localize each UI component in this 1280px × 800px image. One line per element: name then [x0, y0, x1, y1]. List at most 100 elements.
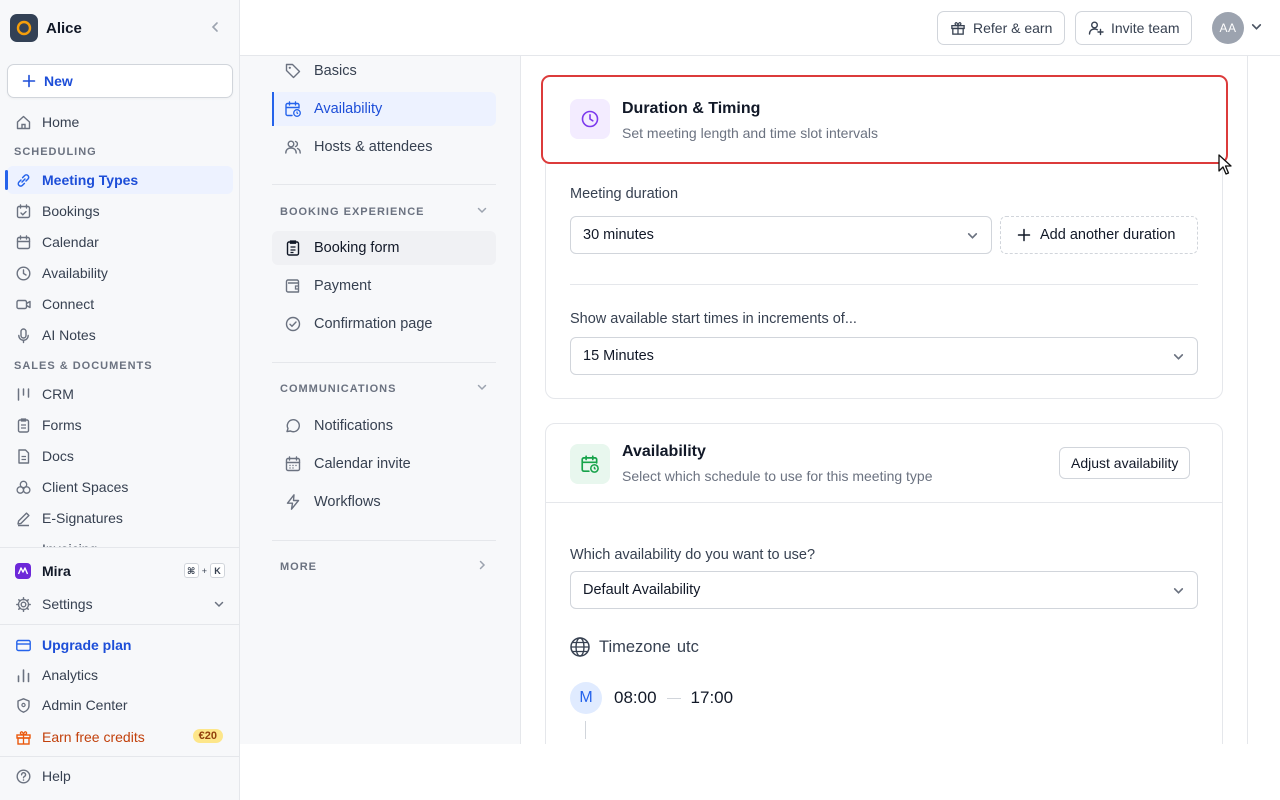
subnav-item-confirmation[interactable]: Confirmation page [272, 307, 496, 341]
sidebar-item-label: Calendar [42, 234, 99, 250]
microphone-icon [14, 326, 32, 344]
sidebar-item-bookings[interactable]: Bookings [7, 197, 233, 225]
refer-earn-button[interactable]: Refer & earn [937, 11, 1066, 45]
sidebar-item-label: Home [42, 114, 80, 130]
sidebar-item-label: Docs [42, 448, 74, 464]
subnav-item-calendar-invite[interactable]: Calendar invite [272, 447, 496, 481]
content-edge [1247, 56, 1248, 744]
workspace-logo-icon [10, 14, 38, 42]
sidebar-item-availability[interactable]: Availability [7, 259, 233, 287]
which-availability-label: Which availability do you want to use? [570, 547, 816, 563]
subnav-item-label: Workflows [314, 494, 381, 510]
subnav-item-label: Hosts & attendees [314, 139, 433, 155]
subnav-item-availability[interactable]: Availability [272, 92, 496, 126]
sidebar-item-meeting-types[interactable]: Meeting Types [5, 166, 233, 194]
subnav-item-hosts[interactable]: Hosts & attendees [272, 130, 496, 164]
sidebar-item-invoicing[interactable]: Invoicing [7, 535, 233, 547]
increments-select[interactable]: 15 Minutes [570, 337, 1198, 375]
meeting-duration-select[interactable]: 30 minutes [570, 216, 992, 254]
adjust-availability-button[interactable]: Adjust availability [1059, 447, 1191, 479]
sidebar-item-home[interactable]: Home [7, 108, 233, 136]
subnav-divider [272, 362, 496, 363]
subnav-divider [272, 540, 496, 541]
schedule-day-row: M 08:00 17:00 [570, 682, 733, 714]
sidebar-item-docs[interactable]: Docs [7, 442, 233, 470]
chevron-right-icon [476, 559, 488, 571]
collapse-sidebar-icon[interactable] [208, 20, 222, 34]
subnav-item-label: Calendar invite [314, 456, 411, 472]
sidebar-item-upgrade-plan[interactable]: Upgrade plan [7, 631, 233, 659]
circles-icon [14, 478, 32, 496]
sidebar-item-label: Mira [42, 563, 71, 579]
card-divider [570, 284, 1198, 285]
calendar-check-icon [14, 202, 32, 220]
bottom-area [240, 744, 1280, 800]
booking-experience-section[interactable]: BOOKING EXPERIENCE [280, 206, 488, 218]
section-title: MORE [280, 561, 317, 573]
chevron-down-icon [1172, 350, 1185, 363]
sidebar-item-mira[interactable]: Mira ⌘ + K [7, 557, 233, 585]
chevron-down-icon[interactable] [1250, 20, 1263, 33]
shortcut-key: K [210, 563, 225, 578]
avatar[interactable]: AA [1212, 12, 1244, 44]
subnav-item-payment[interactable]: Payment [272, 269, 496, 303]
sidebar-item-crm[interactable]: CRM [7, 380, 233, 408]
end-time: 17:00 [690, 688, 734, 707]
increments-label: Show available start times in increments… [570, 311, 857, 327]
availability-schedule-select[interactable]: Default Availability [570, 571, 1198, 609]
new-button[interactable]: New [7, 64, 233, 98]
subnav-item-booking-form[interactable]: Booking form [272, 231, 496, 265]
sales-section-title: SALES & DOCUMENTS [14, 360, 153, 372]
sidebar-item-connect[interactable]: Connect [7, 290, 233, 318]
sidebar-item-client-spaces[interactable]: Client Spaces [7, 473, 233, 501]
section-title: COMMUNICATIONS [280, 383, 397, 395]
subnav-item-workflows[interactable]: Workflows [272, 485, 496, 519]
sidebar-item-label: E-Signatures [42, 510, 123, 526]
sidebar-item-label: Upgrade plan [42, 637, 132, 653]
sidebar-divider [0, 547, 239, 548]
chevron-down-icon [966, 229, 979, 242]
sidebar-item-e-signatures[interactable]: E-Signatures [7, 504, 233, 532]
schedule-connector [585, 721, 586, 739]
sidebar-item-analytics[interactable]: Analytics [7, 661, 233, 689]
meeting-type-subnav: Basics Availability Hosts & attendees BO… [240, 56, 521, 744]
subnav-item-notifications[interactable]: Notifications [272, 409, 496, 443]
chevron-down-icon [476, 204, 488, 216]
more-section[interactable]: MORE [280, 559, 488, 573]
increments-value: 15 Minutes [583, 348, 654, 364]
availability-calendar-icon [570, 444, 610, 484]
duration-timing-header[interactable]: Duration & Timing Set meeting length and… [541, 75, 1228, 164]
add-duration-button[interactable]: Add another duration [1000, 216, 1198, 254]
sidebar-item-earn-free-credits[interactable]: Earn free credits €20 [7, 723, 233, 751]
sidebar-item-label: Analytics [42, 667, 99, 683]
sidebar-item-calendar[interactable]: Calendar [7, 228, 233, 256]
subnav-item-label: Payment [314, 278, 372, 294]
workspace-name: Alice [46, 19, 82, 37]
sidebar-item-ai-notes[interactable]: AI Notes [7, 321, 233, 349]
mira-shortcut: ⌘ + K [183, 563, 225, 578]
tag-icon [284, 62, 302, 80]
sidebar-item-admin-center[interactable]: Admin Center [7, 691, 233, 719]
workspace-switcher[interactable]: Alice [10, 14, 230, 42]
communications-section[interactable]: COMMUNICATIONS [280, 383, 488, 395]
sidebar-item-settings[interactable]: Settings [7, 590, 233, 618]
plus-icon [1017, 228, 1031, 242]
sidebar-item-label: Client Spaces [42, 479, 129, 495]
meeting-duration-value: 30 minutes [583, 227, 654, 243]
wallet-icon [284, 277, 302, 295]
sidebar-item-forms[interactable]: Forms [7, 411, 233, 439]
sidebar-item-label: Earn free credits [42, 729, 145, 745]
calendar-icon [14, 233, 32, 251]
link-icon [14, 171, 32, 189]
sidebar-item-help[interactable]: Help [7, 762, 233, 790]
video-icon [14, 295, 32, 313]
invite-team-button[interactable]: Invite team [1075, 11, 1193, 45]
add-duration-label: Add another duration [1040, 227, 1176, 243]
subnav-item-basics[interactable]: Basics [272, 54, 496, 88]
sidebar-item-label: AI Notes [42, 327, 96, 343]
subnav-divider [272, 184, 496, 185]
new-button-label: New [44, 73, 73, 89]
card-divider [546, 502, 1222, 503]
sidebar-item-label: Meeting Types [42, 172, 139, 188]
invoice-icon [14, 535, 32, 547]
